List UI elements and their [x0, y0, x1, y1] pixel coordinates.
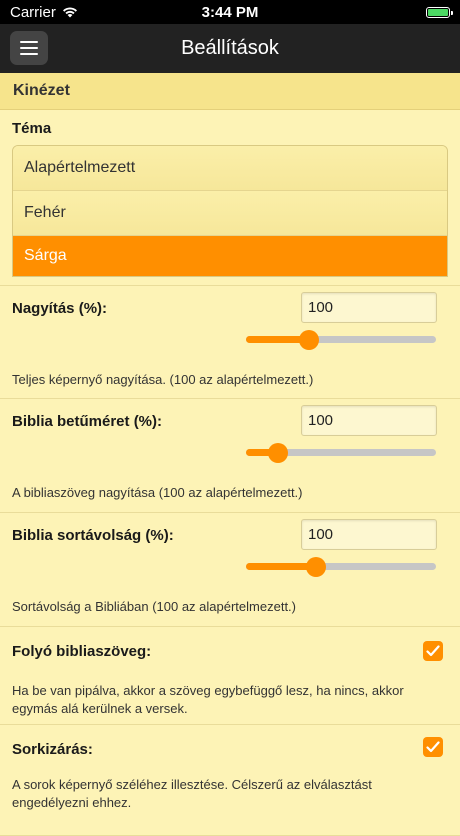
page-title: Beállítások: [181, 37, 279, 59]
slider-thumb[interactable]: [306, 557, 327, 577]
font-size-input[interactable]: [301, 405, 437, 436]
font-size-slider[interactable]: [246, 439, 436, 465]
flowing-text-checkbox[interactable]: [423, 641, 443, 661]
font-size-setting: Biblia betűméret (%): A bibliaszöveg nag…: [0, 399, 460, 513]
line-spacing-setting: Biblia sortávolság (%): Sortávolság a Bi…: [0, 513, 460, 627]
font-size-description: A bibliaszöveg nagyítása (100 az alapért…: [12, 485, 303, 500]
theme-option-default[interactable]: Alapértelmezett: [13, 146, 447, 191]
line-spacing-slider[interactable]: [246, 553, 436, 579]
theme-option-yellow[interactable]: Sárga: [13, 236, 447, 276]
section-header-appearance: Kinézet: [0, 73, 460, 110]
theme-picker: Alapértelmezett Fehér Sárga: [12, 145, 448, 277]
justify-checkbox[interactable]: [423, 737, 443, 757]
menu-button[interactable]: [10, 31, 48, 65]
wifi-icon: [62, 7, 77, 18]
theme-setting: Téma Alapértelmezett Fehér Sárga: [0, 110, 460, 286]
justify-setting: Sorkizárás: A sorok képernyő széléhez il…: [0, 725, 460, 836]
slider-thumb[interactable]: [268, 443, 289, 463]
hamburger-icon: [20, 41, 38, 43]
line-spacing-input[interactable]: [301, 519, 437, 550]
theme-option-white[interactable]: Fehér: [13, 191, 447, 236]
zoom-label: Nagyítás (%):: [12, 300, 108, 317]
zoom-input[interactable]: [301, 292, 437, 323]
slider-thumb[interactable]: [298, 330, 319, 350]
battery-level: [428, 8, 448, 16]
line-spacing-label: Biblia sortávolság (%):: [12, 527, 174, 544]
nav-bar: Beállítások: [0, 24, 460, 73]
carrier-label: Carrier: [10, 3, 56, 21]
flowing-text-setting: Folyó bibliaszöveg: Ha be van pipálva, a…: [0, 627, 460, 725]
battery-icon: [426, 6, 453, 18]
justify-label: Sorkizárás:: [12, 741, 93, 758]
checkmark-icon: [426, 741, 440, 753]
theme-label: Téma: [12, 120, 52, 137]
zoom-slider[interactable]: [246, 326, 436, 352]
flowing-text-description: Ha be van pipálva, akkor a szöveg egybef…: [12, 683, 404, 716]
checkmark-icon: [426, 645, 440, 657]
font-size-label: Biblia betűméret (%):: [12, 413, 163, 430]
zoom-description: Teljes képernyő nagyítása. (100 az alapé…: [12, 372, 314, 387]
flowing-text-label: Folyó bibliaszöveg:: [12, 643, 152, 660]
line-spacing-description: Sortávolság a Bibliában (100 az alapérte…: [12, 599, 296, 614]
justify-description: A sorok képernyő széléhez illesztése. Cé…: [12, 777, 372, 810]
zoom-setting: Nagyítás (%): Teljes képernyő nagyítása.…: [0, 286, 460, 399]
status-bar: Carrier 3:44 PM: [0, 0, 460, 24]
